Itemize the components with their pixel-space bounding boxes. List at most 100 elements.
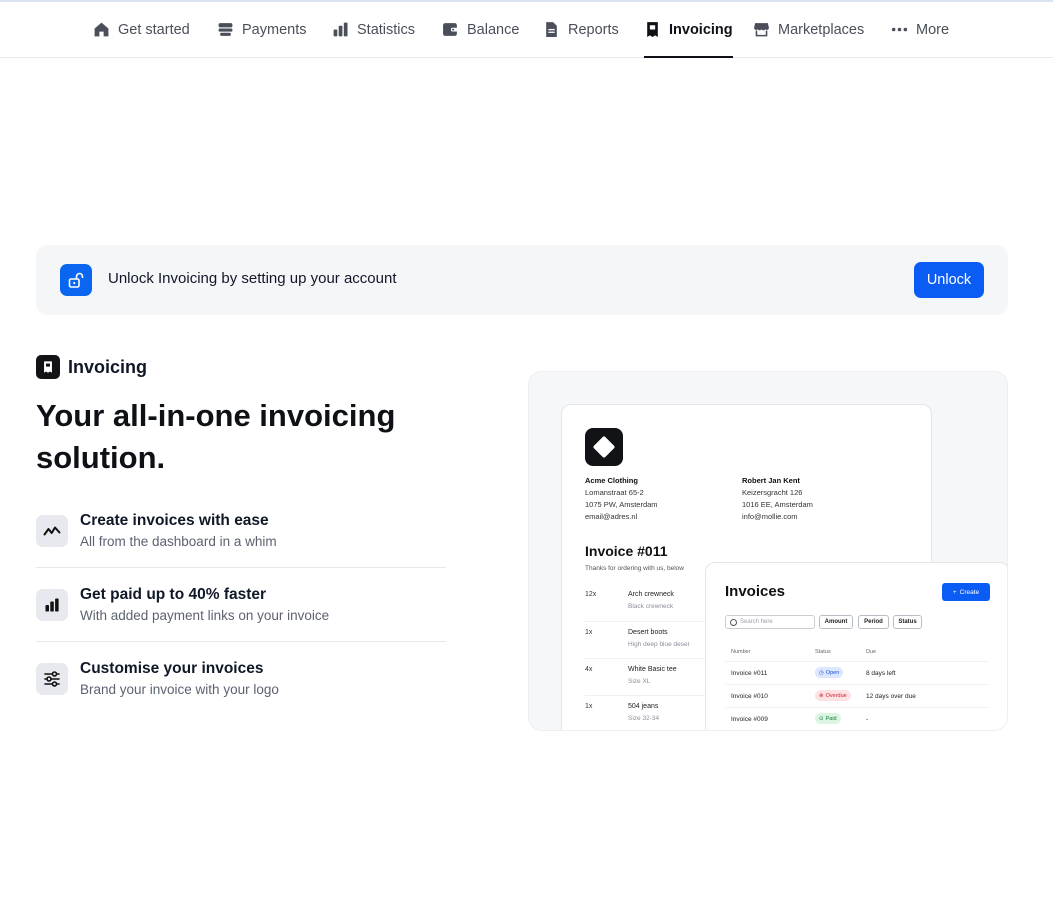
- invoice-number-cell: Invoice #011: [731, 670, 768, 677]
- invoice-thanks: Thanks for ordering with us, below: [585, 565, 684, 572]
- line-item-variant: High deep blue deser: [628, 641, 690, 648]
- trend-icon: [36, 515, 68, 547]
- sender-address: Acme Clothing Lomanstraat 65-2 1075 PW, …: [585, 475, 658, 523]
- line-item-qty: 1x: [585, 629, 593, 636]
- ellipsis-icon: [891, 27, 908, 32]
- feature-subtitle: With added payment links on your invoice: [80, 608, 330, 623]
- invoice-list-title: Invoices: [725, 583, 786, 600]
- recipient-email: info@mollie.com: [742, 512, 798, 521]
- status-text: Paid: [825, 715, 837, 722]
- nav-label: Reports: [568, 21, 619, 38]
- line-item-name: 504 jeans: [628, 703, 659, 710]
- plus-icon: +: [952, 588, 957, 596]
- column-header-due: Due: [866, 649, 877, 655]
- search-input: Search here: [725, 615, 815, 629]
- nav-item-statistics[interactable]: Statistics: [332, 2, 415, 57]
- nav-label: Invoicing: [669, 21, 733, 38]
- nav-label: Get started: [118, 21, 190, 38]
- product-label: Invoicing: [68, 356, 148, 377]
- status-badge: ⊗ Overdue: [815, 690, 851, 701]
- nav-item-get-started[interactable]: Get started: [93, 2, 190, 57]
- due-cell: -: [866, 716, 869, 723]
- nav-item-payments[interactable]: Payments: [217, 2, 306, 57]
- bar-chart-icon: [36, 589, 68, 621]
- feature-title: Create invoices with ease: [80, 512, 269, 529]
- nav-label: Marketplaces: [778, 21, 865, 38]
- store-icon: [754, 23, 769, 37]
- top-navigation: Get started Payments Statistics Balance …: [0, 2, 1053, 58]
- status-badge: ⊙ Paid: [815, 713, 841, 724]
- invoice-number-cell: Invoice #010: [731, 693, 768, 700]
- line-item-variant: Size 32-34: [628, 715, 660, 722]
- unlock-button[interactable]: Unlock: [914, 262, 984, 298]
- sender-email: email@adres.nl: [585, 512, 638, 521]
- feature-title: Get paid up to 40% faster: [80, 586, 267, 603]
- table-row: Invoice #010 ⊗ Overdue 12 days over due: [725, 684, 989, 707]
- divider: [36, 641, 446, 642]
- column-header-status: Status: [815, 649, 831, 655]
- recipient-address: Robert Jan Kent Keizersgracht 126 1016 E…: [742, 475, 813, 523]
- nav-item-invoicing[interactable]: Invoicing: [644, 2, 733, 58]
- line-item-name: White Basic tee: [628, 666, 677, 673]
- nav-item-more[interactable]: More: [891, 2, 949, 57]
- recipient-street: Keizersgracht 126: [742, 488, 803, 497]
- product-tag: Invoicing: [36, 355, 147, 379]
- feature-title: Customise your invoices: [80, 660, 264, 677]
- due-cell: 8 days left: [866, 670, 896, 677]
- status-text: Open: [825, 669, 840, 676]
- nav-item-marketplaces[interactable]: Marketplaces: [753, 2, 864, 57]
- invoice-list-card: Invoices + Create Search here Amount Per…: [705, 562, 1007, 730]
- line-item-name: Desert boots: [628, 629, 668, 636]
- table-row: Invoice #011 ◷ Open 8 days left: [725, 661, 989, 684]
- table-row: Invoice #009 ⊙ Paid -: [725, 707, 989, 730]
- document-icon: [546, 22, 557, 37]
- status-text: Overdue: [825, 692, 847, 699]
- line-item-qty: 1x: [585, 703, 593, 710]
- unlock-icon: [60, 264, 92, 296]
- sliders-icon: [36, 663, 68, 695]
- sender-city: 1075 PW, Amsterdam: [585, 500, 658, 509]
- status-icon: ◷: [819, 669, 824, 676]
- line-item-variant: Size XL: [628, 678, 651, 685]
- payments-icon: [218, 23, 233, 36]
- nav-item-reports[interactable]: Reports: [543, 2, 619, 57]
- nav-label: Payments: [242, 21, 307, 38]
- invoice-icon: [647, 22, 658, 37]
- filter-amount: Amount: [819, 615, 853, 629]
- line-item-qty: 4x: [585, 666, 593, 673]
- feature-subtitle: Brand your invoice with your logo: [80, 682, 279, 697]
- create-label: Create: [959, 588, 980, 596]
- status-icon: ⊙: [819, 715, 824, 722]
- column-header-number: Number: [731, 649, 751, 655]
- bar-chart-icon: [333, 22, 348, 37]
- sender-name: Acme Clothing: [585, 476, 638, 485]
- feature-item: Customise your invoices Brand your invoi…: [36, 658, 446, 718]
- invoice-icon: [36, 355, 60, 379]
- nav-label: Statistics: [357, 21, 416, 38]
- wallet-icon: [443, 23, 458, 36]
- feature-item: Get paid up to 40% faster With added pay…: [36, 584, 446, 644]
- feature-subtitle: All from the dashboard in a whim: [80, 534, 277, 549]
- home-icon: [94, 22, 109, 37]
- status-icon: ⊗: [819, 692, 824, 699]
- invoice-preview-illustration: Acme Clothing Lomanstraat 65-2 1075 PW, …: [528, 371, 1008, 731]
- filter-status: Status: [893, 615, 922, 629]
- create-invoice-button: + Create: [942, 583, 990, 601]
- invoice-number: Invoice #011: [585, 543, 668, 559]
- feature-item: Create invoices with ease All from the d…: [36, 510, 446, 570]
- divider: [36, 567, 446, 568]
- status-badge: ◷ Open: [815, 667, 844, 678]
- filter-period: Period: [858, 615, 889, 629]
- line-item-name: Arch crewneck: [628, 591, 674, 598]
- unlock-banner: Unlock Invoicing by setting up your acco…: [36, 245, 1008, 315]
- company-logo: [585, 428, 623, 466]
- invoice-number-cell: Invoice #009: [731, 716, 768, 723]
- nav-label: More: [916, 21, 950, 38]
- due-cell: 12 days over due: [866, 693, 916, 700]
- page-headline: Your all-in-one invoicing solution.: [36, 398, 396, 475]
- banner-text: Unlock Invoicing by setting up your acco…: [108, 270, 397, 287]
- sender-street: Lomanstraat 65-2: [585, 488, 644, 497]
- line-item-qty: 12x: [585, 591, 597, 598]
- nav-item-balance[interactable]: Balance: [442, 2, 519, 57]
- recipient-name: Robert Jan Kent: [742, 476, 800, 485]
